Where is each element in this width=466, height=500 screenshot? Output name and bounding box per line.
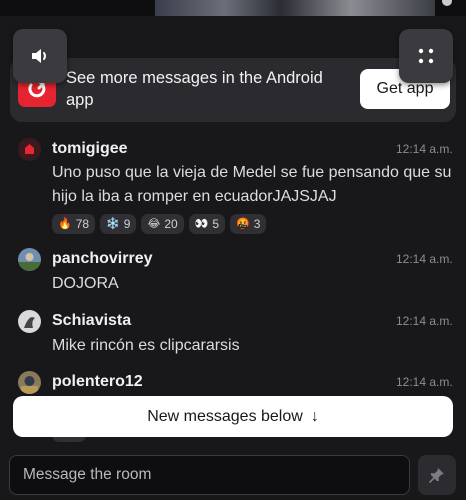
angry-emoji-icon: 🤬 [236,217,250,230]
reaction-count: 20 [164,217,178,231]
eyes-emoji-icon: 👀 [194,217,209,230]
pin-button[interactable] [418,455,456,495]
snowflake-emoji-icon: ❄️ [106,217,120,230]
timestamp: 12:14 a.m. [396,252,453,266]
video-preview-strip [0,0,466,16]
reaction-count: 9 [123,217,131,231]
video-frame [155,0,435,16]
username[interactable]: Schiavista [52,312,131,330]
fire-emoji-icon: 🔥 [58,217,72,230]
username[interactable]: polentero12 [52,373,143,391]
speaker-button[interactable] [13,29,67,83]
username[interactable]: panchovirrey [52,250,152,268]
reaction-pill[interactable]: 👀 5 [188,214,226,234]
avatar[interactable] [18,310,41,333]
message-text: Uno puso que la vieja de Medel se fue pe… [52,164,452,205]
timestamp: 12:14 a.m. [396,142,453,156]
app-promo-banner: See more messages in the Android app Get… [10,58,456,122]
banner-text: See more messages in the Android app [66,69,323,109]
new-messages-button[interactable]: New messages below ↓ [13,396,453,437]
message-text: DOJORA [52,275,119,292]
avatar[interactable] [18,138,41,161]
reaction-count: 78 [75,217,90,231]
message-composer [0,446,466,500]
avatar[interactable] [18,248,41,271]
reaction-count: 3 [253,217,261,231]
reaction-pill[interactable]: ❄️ 9 [100,214,137,234]
reaction-pill[interactable]: 🔥 78 [52,214,96,234]
reaction-pill[interactable]: 🤬 3 [230,214,267,234]
speaker-icon [32,49,46,63]
reaction-count: 5 [212,217,220,231]
arrow-down-icon: ↓ [310,407,319,425]
layout-grid-button[interactable] [399,29,453,83]
timestamp: 12:14 a.m. [396,314,453,328]
message-input[interactable] [9,455,410,495]
pin-icon [429,468,444,483]
laughing-emoji-icon: 😂 [147,217,161,230]
reaction-list: 🔥 78 ❄️ 9 😂 20 👀 5 🤬 3 [52,214,267,234]
grid-icon [418,48,434,64]
avatar[interactable] [18,371,41,394]
timestamp: 12:14 a.m. [396,375,453,389]
reaction-pill[interactable]: 😂 20 [141,214,184,234]
message-text: Mike rincón es clipcararsis [52,337,240,354]
close-icon[interactable] [442,0,452,6]
new-messages-label: New messages below [147,407,303,425]
username[interactable]: tomigigee [52,140,128,158]
